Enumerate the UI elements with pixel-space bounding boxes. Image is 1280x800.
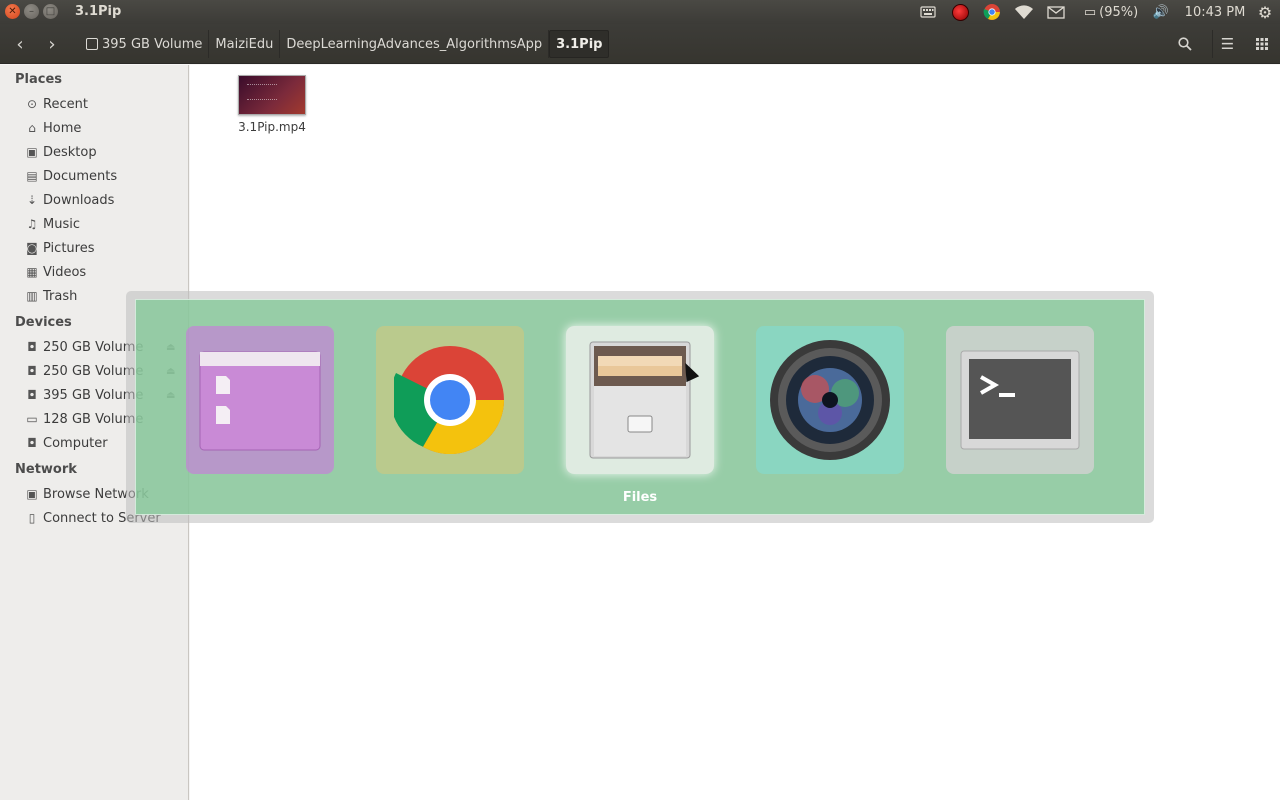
sidebar-item-pictures[interactable]: ◙ Pictures	[0, 236, 188, 260]
breadcrumb-item-current[interactable]: 3.1Pip	[549, 30, 610, 58]
maximize-window-button[interactable]: □	[43, 4, 58, 19]
switcher-app-camera[interactable]	[756, 326, 904, 474]
wifi-icon[interactable]	[1013, 3, 1035, 21]
recent-icon: ⊙	[26, 97, 38, 111]
search-icon	[1178, 37, 1192, 51]
sidebar-item-desktop[interactable]: ▣ Desktop	[0, 140, 188, 164]
desktop-icon: ▣	[26, 145, 38, 159]
record-icon[interactable]	[950, 3, 970, 21]
switcher-app-files[interactable]	[566, 326, 714, 474]
grid-icon	[1256, 38, 1268, 50]
drive-icon: ◘	[27, 340, 37, 354]
usb-drive-icon: ▭	[26, 412, 38, 426]
trash-icon: ▥	[26, 289, 38, 303]
switcher-app-folder[interactable]	[186, 326, 334, 474]
video-thumbnail	[238, 75, 306, 115]
battery-icon: ▭	[1083, 4, 1097, 20]
app-switcher-panel: Files	[135, 299, 1145, 515]
sidebar-item-documents[interactable]: ▤ Documents	[0, 164, 188, 188]
network-icon: ▣	[26, 487, 38, 501]
chrome-icon	[394, 346, 504, 455]
system-gear-icon[interactable]: ⚙	[1255, 3, 1275, 22]
downloads-icon: ⇣	[26, 193, 38, 207]
drive-icon: ◘	[27, 388, 37, 402]
drive-icon	[86, 38, 98, 50]
videos-icon: ▦	[26, 265, 38, 279]
close-window-button[interactable]: ✕	[5, 4, 20, 19]
hamburger-icon: ☰	[1220, 35, 1235, 53]
mail-icon[interactable]	[1046, 3, 1066, 21]
sidebar-item-videos[interactable]: ▦ Videos	[0, 260, 188, 284]
forward-button[interactable]: ›	[38, 30, 66, 58]
breadcrumb-item[interactable]: DeepLearningAdvances_AlgorithmsApp	[280, 30, 550, 58]
breadcrumb-item[interactable]: 395 GB Volume	[80, 30, 210, 58]
switcher-app-terminal[interactable]	[946, 326, 1094, 474]
sidebar-item-recent[interactable]: ⊙ Recent	[0, 92, 188, 116]
home-icon: ⌂	[28, 121, 36, 135]
music-icon: ♫	[26, 217, 38, 231]
battery-percent: (95%)	[1099, 4, 1139, 20]
window-title: 3.1Pip	[75, 4, 122, 19]
battery-indicator[interactable]: ▭ (95%)	[1078, 3, 1144, 21]
top-panel: ✕ – □ 3.1Pip ▭ (95%) 🔊 10:43 PM ⚙	[0, 0, 1280, 24]
view-grid-button[interactable]	[1247, 30, 1277, 58]
back-button[interactable]: ‹	[6, 30, 34, 58]
chevron-left-icon: ‹	[16, 33, 24, 55]
search-button[interactable]	[1170, 30, 1200, 58]
places-heading: Places	[15, 72, 63, 87]
file-name: 3.1Pip.mp4	[238, 120, 306, 134]
file-cabinet-icon	[589, 341, 691, 459]
volume-icon[interactable]: 🔊	[1151, 3, 1171, 21]
server-icon: ▯	[28, 511, 36, 525]
breadcrumb: 395 GB Volume MaiziEdu DeepLearningAdvan…	[80, 30, 610, 58]
documents-icon: ▤	[26, 169, 38, 183]
close-icon: ✕	[8, 5, 17, 17]
camera-lens-icon	[770, 340, 890, 460]
minimize-window-button[interactable]: –	[24, 4, 39, 19]
maximize-icon: □	[45, 5, 56, 17]
switcher-app-chrome[interactable]	[376, 326, 524, 474]
chrome-icon[interactable]	[982, 3, 1002, 21]
chevron-right-icon: ›	[48, 33, 56, 55]
terminal-icon	[960, 350, 1080, 450]
menu-button[interactable]: ☰	[1212, 30, 1242, 58]
breadcrumb-item[interactable]: MaiziEdu	[209, 30, 281, 58]
nautilus-header-bar: ‹ › 395 GB Volume MaiziEdu DeepLearningA…	[0, 24, 1280, 64]
sidebar-item-downloads[interactable]: ⇣ Downloads	[0, 188, 188, 212]
clock[interactable]: 10:43 PM	[1184, 3, 1246, 21]
pictures-icon: ◙	[26, 241, 38, 255]
file-item[interactable]: 3.1Pip.mp4	[236, 75, 308, 134]
app-switcher: Files	[126, 291, 1154, 523]
folder-icon	[199, 351, 321, 451]
sidebar-item-music[interactable]: ♫ Music	[0, 212, 188, 236]
sidebar-item-home[interactable]: ⌂ Home	[0, 116, 188, 140]
keyboard-icon[interactable]	[918, 3, 938, 21]
computer-icon: ◘	[27, 436, 37, 450]
drive-icon: ◘	[27, 364, 37, 378]
switcher-selected-label: Files	[622, 490, 658, 505]
minimize-icon: –	[29, 5, 34, 17]
